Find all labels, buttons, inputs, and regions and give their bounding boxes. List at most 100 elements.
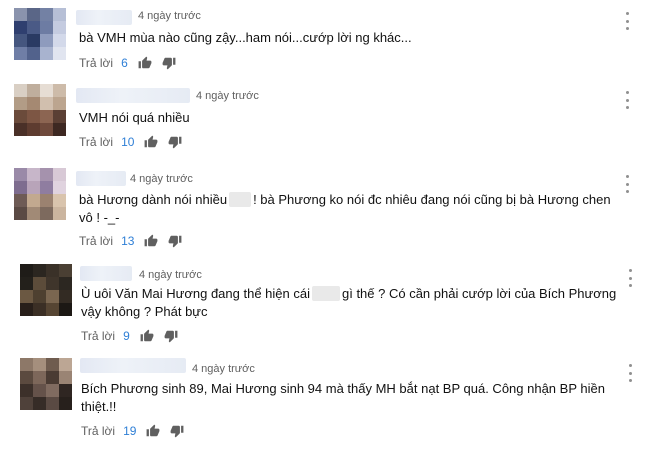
avatar-pixel xyxy=(40,84,53,97)
avatar-pixel xyxy=(27,181,40,194)
avatar-pixel xyxy=(27,84,40,97)
dislike-button[interactable] xyxy=(162,56,176,70)
avatar-pixel xyxy=(14,47,27,60)
comment-timestamp[interactable]: 4 ngày trước xyxy=(139,269,202,281)
comment-text: Ù uôi Văn Mai Hương đang thể hiện cái gì … xyxy=(81,285,621,321)
avatar-pixel xyxy=(40,110,53,123)
dislike-button[interactable] xyxy=(164,329,178,343)
more-options-icon[interactable] xyxy=(626,364,634,382)
avatar-pixel xyxy=(53,123,66,136)
avatar-pixel xyxy=(59,384,72,397)
avatar-pixel xyxy=(14,168,27,181)
avatar-pixel xyxy=(40,47,53,60)
author-name-blurred[interactable] xyxy=(76,88,190,103)
avatar-pixel xyxy=(27,8,40,21)
reply-button[interactable]: Trả lời xyxy=(81,424,115,438)
dislike-button[interactable] xyxy=(170,424,184,438)
avatar[interactable] xyxy=(20,264,72,316)
comment-text: VMH nói quá nhiều xyxy=(79,110,190,125)
avatar[interactable] xyxy=(14,168,66,220)
avatar-pixel xyxy=(59,397,72,410)
avatar-pixel xyxy=(14,8,27,21)
like-button[interactable] xyxy=(146,424,160,438)
reply-button[interactable]: Trả lời xyxy=(79,234,113,248)
more-options-icon[interactable] xyxy=(623,12,631,30)
author-name-blurred[interactable] xyxy=(80,266,132,281)
avatar-pixel xyxy=(20,371,33,384)
avatar-pixel xyxy=(46,277,59,290)
avatar-pixel xyxy=(53,34,66,47)
thumbs-down-icon xyxy=(171,425,184,438)
comment-text: bà VMH mùa nào cũng zậy...ham nói...cướp… xyxy=(79,30,412,45)
like-button[interactable] xyxy=(138,56,152,70)
comment-timestamp[interactable]: 4 ngày trước xyxy=(196,90,259,102)
avatar-pixel xyxy=(33,264,46,277)
like-count: 19 xyxy=(123,424,137,438)
avatar[interactable] xyxy=(14,8,66,60)
avatar-pixel xyxy=(33,277,46,290)
avatar-pixel xyxy=(53,21,66,34)
avatar-pixel xyxy=(53,84,66,97)
comment-timestamp[interactable]: 4 ngày trước xyxy=(138,10,201,22)
author-name-blurred[interactable] xyxy=(76,10,132,25)
avatar-pixel xyxy=(27,123,40,136)
avatar-pixel xyxy=(20,264,33,277)
like-button[interactable] xyxy=(140,329,154,343)
avatar-pixel xyxy=(46,290,59,303)
avatar-pixel xyxy=(46,358,59,371)
avatar-pixel xyxy=(46,264,59,277)
avatar-pixel xyxy=(59,277,72,290)
avatar-pixel xyxy=(27,47,40,60)
avatar-pixel xyxy=(14,97,27,110)
reply-button[interactable]: Trả lời xyxy=(79,56,113,70)
avatar-pixel xyxy=(33,384,46,397)
reply-button[interactable]: Trả lời xyxy=(81,329,115,343)
avatar-pixel xyxy=(33,358,46,371)
avatar[interactable] xyxy=(20,358,72,410)
thumbs-down-icon xyxy=(169,136,182,149)
like-button[interactable] xyxy=(144,135,158,149)
comment-timestamp[interactable]: 4 ngày trước xyxy=(130,173,193,185)
avatar-pixel xyxy=(59,303,72,316)
dislike-button[interactable] xyxy=(168,135,182,149)
avatar-pixel xyxy=(33,397,46,410)
censored-word xyxy=(311,286,340,301)
more-options-icon[interactable] xyxy=(626,269,634,287)
avatar-pixel xyxy=(40,194,53,207)
avatar-pixel xyxy=(14,207,27,220)
avatar-pixel xyxy=(20,384,33,397)
comment-text: Bích Phương sinh 89, Mai Hương sinh 94 m… xyxy=(81,381,605,414)
avatar-pixel xyxy=(40,34,53,47)
avatar-pixel xyxy=(20,290,33,303)
comment-actions: Trả lời 9 xyxy=(81,327,178,345)
thumbs-up-icon xyxy=(147,424,160,437)
avatar-pixel xyxy=(59,358,72,371)
avatar-pixel xyxy=(14,34,27,47)
dislike-button[interactable] xyxy=(168,234,182,248)
avatar-pixel xyxy=(27,21,40,34)
more-options-icon[interactable] xyxy=(623,175,631,193)
comment-actions: Trả lời 19 xyxy=(81,422,184,440)
like-count: 9 xyxy=(123,329,130,343)
thumbs-up-icon xyxy=(145,135,158,148)
more-options-icon[interactable] xyxy=(623,91,631,109)
author-name-blurred[interactable] xyxy=(80,358,186,373)
avatar-pixel xyxy=(40,123,53,136)
avatar-pixel xyxy=(27,110,40,123)
comment-actions: Trả lời 13 xyxy=(79,232,182,250)
avatar[interactable] xyxy=(14,84,66,136)
avatar-pixel xyxy=(59,371,72,384)
avatar-pixel xyxy=(27,97,40,110)
author-name-blurred[interactable] xyxy=(76,171,126,186)
comment-timestamp[interactable]: 4 ngày trước xyxy=(192,363,255,375)
avatar-pixel xyxy=(40,21,53,34)
comment-text-part: Ù uôi Văn Mai Hương đang thể hiện cái xyxy=(81,286,310,301)
thumbs-down-icon xyxy=(162,57,176,70)
comment-text: bà Hương dành nói nhiều! bà Phương ko nó… xyxy=(79,191,619,227)
avatar-pixel xyxy=(40,207,53,220)
avatar-pixel xyxy=(40,168,53,181)
avatar-pixel xyxy=(53,181,66,194)
like-button[interactable] xyxy=(144,234,158,248)
like-count: 13 xyxy=(121,234,135,248)
reply-button[interactable]: Trả lời xyxy=(79,135,113,149)
